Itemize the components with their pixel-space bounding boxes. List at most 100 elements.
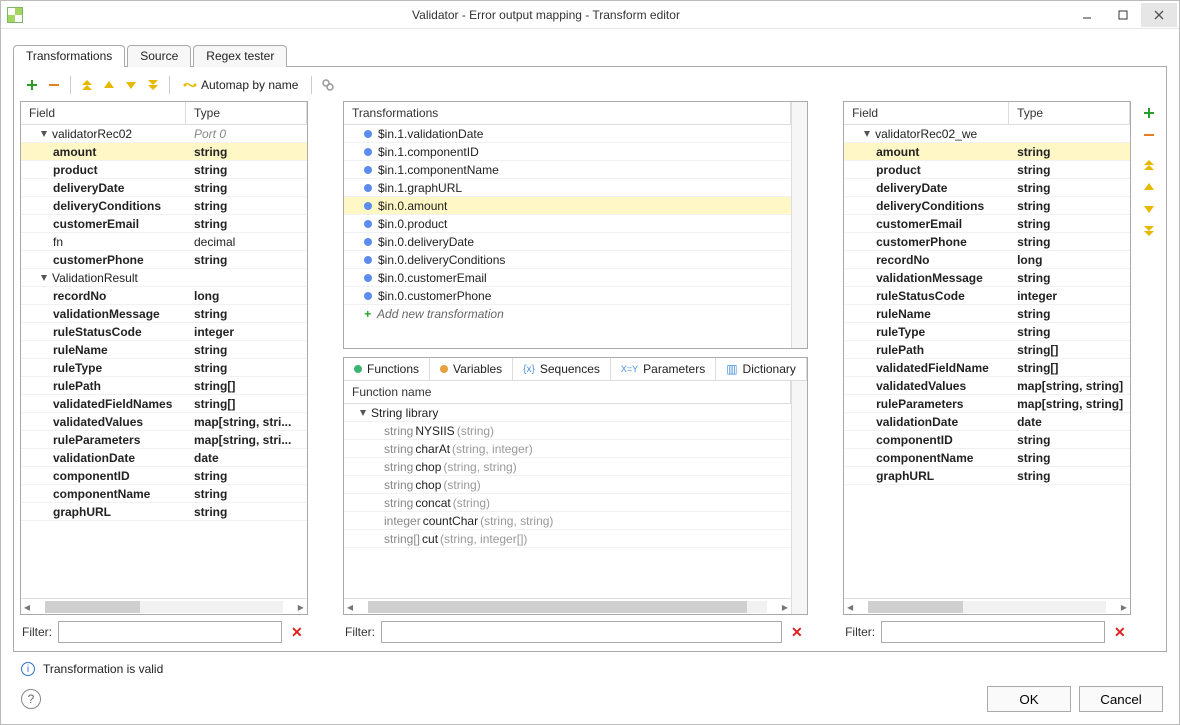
move-bottom-icon[interactable] <box>1139 221 1159 241</box>
tree-field[interactable]: customerEmailstring <box>844 215 1130 233</box>
function-item[interactable]: string chop(string) <box>344 476 791 494</box>
h-scrollbar[interactable]: ◂▸ <box>844 598 1130 614</box>
transformations-list[interactable]: $in.1.validationDate$in.1.componentID$in… <box>344 125 791 348</box>
center-filter-input[interactable] <box>381 621 782 643</box>
move-top-icon[interactable] <box>1139 155 1159 175</box>
transform-item[interactable]: $in.1.componentID <box>344 143 791 161</box>
h-scrollbar[interactable]: ◂▸ <box>344 598 791 614</box>
transform-item[interactable]: $in.0.customerEmail <box>344 269 791 287</box>
remove-icon[interactable] <box>44 75 64 95</box>
tree-field[interactable]: ruleTypestring <box>844 323 1130 341</box>
tree-field[interactable]: graphURLstring <box>21 503 307 521</box>
help-button[interactable]: ? <box>21 689 41 709</box>
move-up-icon[interactable] <box>99 75 119 95</box>
tree-field[interactable]: componentIDstring <box>844 431 1130 449</box>
tree-field[interactable]: deliveryDatestring <box>21 179 307 197</box>
add-icon[interactable] <box>1139 103 1159 123</box>
tree-field[interactable]: deliveryDatestring <box>844 179 1130 197</box>
tree-field[interactable]: validatedFieldNamesstring[] <box>21 395 307 413</box>
tree-field[interactable]: ruleStatusCodeinteger <box>21 323 307 341</box>
right-filter-input[interactable] <box>881 621 1105 643</box>
v-scrollbar[interactable] <box>791 102 807 348</box>
ok-button[interactable]: OK <box>987 686 1071 712</box>
tree-field[interactable]: validatedValuesmap[string, stri... <box>21 413 307 431</box>
tree-field[interactable]: componentNamestring <box>21 485 307 503</box>
remove-icon[interactable] <box>1139 125 1159 145</box>
tree-field[interactable]: graphURLstring <box>844 467 1130 485</box>
v-scrollbar[interactable] <box>791 381 807 614</box>
subtab-parameters[interactable]: X=YParameters <box>611 358 716 380</box>
tree-field[interactable]: customerPhonestring <box>844 233 1130 251</box>
function-item[interactable]: string NYSIIS(string) <box>344 422 791 440</box>
automap-button[interactable]: Automap by name <box>176 75 305 95</box>
move-down-icon[interactable] <box>121 75 141 95</box>
tree-field[interactable]: componentNamestring <box>844 449 1130 467</box>
tree-port[interactable]: validatorRec02_we <box>844 125 1130 143</box>
tab-source[interactable]: Source <box>127 45 191 67</box>
tab-regex-tester[interactable]: Regex tester <box>193 45 287 67</box>
function-item[interactable]: string chop(string, string) <box>344 458 791 476</box>
close-button[interactable] <box>1141 3 1177 27</box>
transform-item[interactable]: $in.0.deliveryDate <box>344 233 791 251</box>
tree-field[interactable]: ruleStatusCodeinteger <box>844 287 1130 305</box>
h-scrollbar[interactable]: ◂▸ <box>21 598 307 614</box>
tree-field[interactable]: productstring <box>844 161 1130 179</box>
transform-item[interactable]: $in.0.amount <box>344 197 791 215</box>
tree-field[interactable]: productstring <box>21 161 307 179</box>
tree-field[interactable]: ruleTypestring <box>21 359 307 377</box>
transform-item[interactable]: $in.0.product <box>344 215 791 233</box>
tree-field[interactable]: rulePathstring[] <box>844 341 1130 359</box>
function-item[interactable]: string concat(string) <box>344 494 791 512</box>
clear-filter-icon[interactable]: ✕ <box>788 624 806 641</box>
tree-field[interactable]: validatedFieldNamestring[] <box>844 359 1130 377</box>
settings-icon[interactable] <box>318 75 338 95</box>
left-filter-input[interactable] <box>58 621 282 643</box>
cancel-button[interactable]: Cancel <box>1079 686 1163 712</box>
tree-field[interactable]: customerPhonestring <box>21 251 307 269</box>
tree-field[interactable]: validationDatedate <box>844 413 1130 431</box>
functions-list[interactable]: String librarystring NYSIIS(string) strin… <box>344 404 791 598</box>
function-item[interactable]: integer countChar(string, string) <box>344 512 791 530</box>
tree-field[interactable]: fndecimal <box>21 233 307 251</box>
transform-item[interactable]: $in.1.componentName <box>344 161 791 179</box>
tree-field[interactable]: validatedValuesmap[string, string] <box>844 377 1130 395</box>
transform-item[interactable]: $in.1.graphURL <box>344 179 791 197</box>
tree-field[interactable]: validationMessagestring <box>21 305 307 323</box>
tree-field[interactable]: amountstring <box>21 143 307 161</box>
tree-field[interactable]: deliveryConditionsstring <box>21 197 307 215</box>
function-group[interactable]: String library <box>344 404 791 422</box>
tree-field[interactable]: ruleParametersmap[string, string] <box>844 395 1130 413</box>
tree-field[interactable]: amountstring <box>844 143 1130 161</box>
tree-field[interactable]: ruleNamestring <box>21 341 307 359</box>
subtab-sequences[interactable]: {x}Sequences <box>513 358 611 380</box>
subtab-variables[interactable]: Variables <box>430 358 513 380</box>
tree-port[interactable]: ValidationResult <box>21 269 307 287</box>
tree-field[interactable]: ruleParametersmap[string, stri... <box>21 431 307 449</box>
function-item[interactable]: string[] cut(string, integer[]) <box>344 530 791 548</box>
move-bottom-icon[interactable] <box>143 75 163 95</box>
tree-field[interactable]: ruleNamestring <box>844 305 1130 323</box>
clear-filter-icon[interactable]: ✕ <box>288 624 306 641</box>
minimize-button[interactable] <box>1069 3 1105 27</box>
maximize-button[interactable] <box>1105 3 1141 27</box>
tree-field[interactable]: deliveryConditionsstring <box>844 197 1130 215</box>
tree-field[interactable]: validationMessagestring <box>844 269 1130 287</box>
subtab-functions[interactable]: Functions <box>344 358 430 380</box>
tree-field[interactable]: recordNolong <box>21 287 307 305</box>
tree-field[interactable]: recordNolong <box>844 251 1130 269</box>
transform-item[interactable]: $in.0.customerPhone <box>344 287 791 305</box>
add-transformation[interactable]: +Add new transformation <box>344 305 791 323</box>
move-top-icon[interactable] <box>77 75 97 95</box>
transform-item[interactable]: $in.0.deliveryConditions <box>344 251 791 269</box>
tree-field[interactable]: componentIDstring <box>21 467 307 485</box>
transform-item[interactable]: $in.1.validationDate <box>344 125 791 143</box>
tree-field[interactable]: rulePathstring[] <box>21 377 307 395</box>
move-up-icon[interactable] <box>1139 177 1159 197</box>
add-icon[interactable] <box>22 75 42 95</box>
move-down-icon[interactable] <box>1139 199 1159 219</box>
tree-field[interactable]: customerEmailstring <box>21 215 307 233</box>
clear-filter-icon[interactable]: ✕ <box>1111 624 1129 641</box>
input-fields-tree[interactable]: Field Type validatorRec02Port 0amountstr… <box>20 101 308 615</box>
tab-transformations[interactable]: Transformations <box>13 45 125 67</box>
subtab-dictionary[interactable]: ▥Dictionary <box>716 358 807 380</box>
